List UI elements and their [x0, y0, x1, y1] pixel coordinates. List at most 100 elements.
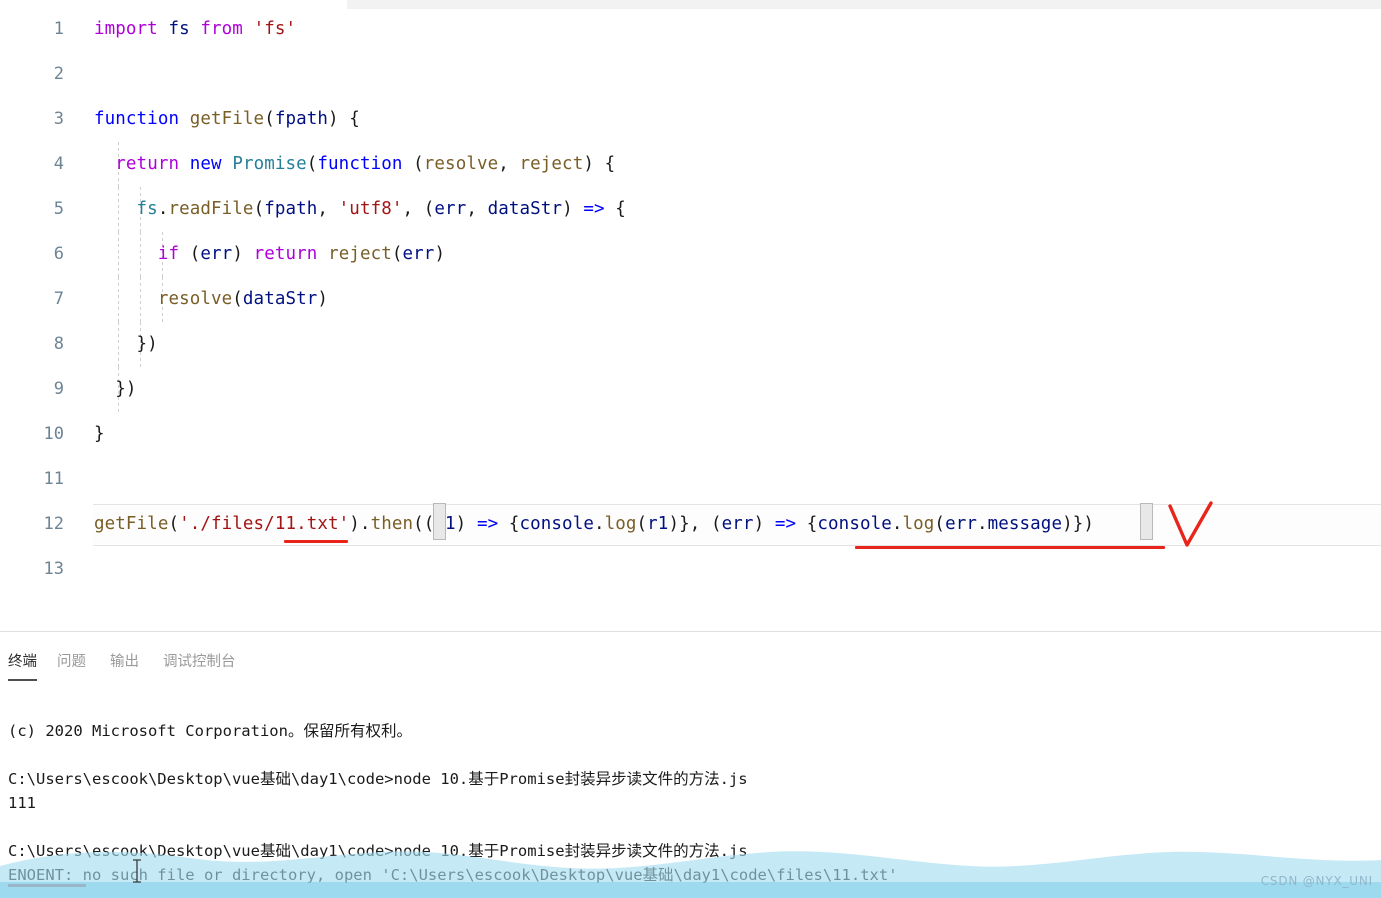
code-token: ,: [317, 199, 339, 219]
code-line[interactable]: 13: [0, 547, 1381, 592]
line-content[interactable]: }: [94, 412, 105, 457]
code-token: getFile: [189, 109, 265, 129]
code-token: err: [721, 514, 754, 534]
code-token: (: [179, 244, 201, 264]
code-token: err: [945, 514, 977, 534]
line-content[interactable]: }): [94, 322, 158, 367]
code-token: Promise: [232, 154, 307, 174]
line-content[interactable]: }): [94, 367, 137, 412]
code-token: ): [562, 199, 584, 219]
code-token: return: [253, 244, 318, 264]
code-token: getFile: [94, 514, 169, 534]
code-token: dataStr: [487, 199, 563, 219]
code-token: ).: [349, 514, 371, 534]
code-token: (: [636, 514, 648, 534]
line-number: 1: [53, 19, 64, 39]
line-content[interactable]: function getFile(fpath) {: [94, 97, 360, 142]
code-token: console: [519, 514, 594, 534]
code-line[interactable]: 10}: [0, 412, 1381, 457]
code-line[interactable]: 9 }): [0, 367, 1381, 412]
code-token: (: [168, 514, 180, 534]
panel-tab-0[interactable]: 终端: [8, 650, 37, 681]
code-token: err: [402, 244, 435, 264]
line-number: 5: [53, 199, 64, 219]
line-number: 2: [53, 64, 64, 84]
code-token: ,: [466, 199, 488, 219]
code-token: (: [306, 154, 318, 174]
code-token: log: [902, 514, 935, 534]
code-token: console: [817, 514, 892, 534]
code-token: ): [753, 514, 775, 534]
code-token: ): [434, 244, 446, 264]
code-token: }: [94, 424, 105, 444]
code-line[interactable]: 1 import fs from 'fs': [0, 7, 1381, 52]
code-token: .: [976, 514, 988, 534]
code-token: ): [317, 289, 329, 309]
code-token: message: [987, 514, 1063, 534]
line-content[interactable]: import fs from 'fs': [94, 7, 296, 52]
code-line[interactable]: 3 function getFile(fpath) {: [0, 97, 1381, 142]
code-token: fpath: [274, 109, 329, 129]
code-token: (: [402, 154, 424, 174]
line-content[interactable]: fs.readFile(fpath, 'utf8', (err, dataStr…: [94, 187, 626, 232]
code-token: err: [200, 244, 233, 264]
code-token: reject: [328, 244, 392, 264]
panel-tab-1[interactable]: 问题: [57, 650, 86, 671]
annotation-check-mark: [1168, 501, 1213, 547]
code-token: from: [200, 19, 243, 39]
wave-watermark: [0, 851, 1381, 898]
code-line[interactable]: 6 if (err) return reject(err): [0, 232, 1381, 277]
code-token: fpath: [264, 199, 318, 219]
code-token: if: [157, 244, 180, 264]
code-token: (: [934, 514, 946, 534]
code-token: dataStr: [242, 289, 318, 309]
code-token: new: [189, 154, 222, 174]
code-token: (: [264, 109, 275, 129]
terminal-line: (c) 2020 Microsoft Corporation。保留所有权利。: [8, 722, 412, 740]
bracket-match-open: [433, 503, 446, 540]
code-line[interactable]: 8 }): [0, 322, 1381, 367]
line-content[interactable]: return new Promise(function (resolve, re…: [94, 142, 615, 187]
bracket-match-close: [1140, 503, 1153, 540]
code-token: ) {: [583, 154, 616, 174]
code-token: r1: [647, 514, 669, 534]
line-content[interactable]: getFile('./files/11.txt').then((r1) => {…: [94, 502, 1094, 547]
csdn-watermark-text: CSDN @NYX_UNI: [1260, 874, 1373, 888]
code-token: =>: [476, 514, 499, 534]
line-content[interactable]: if (err) return reject(err): [94, 232, 445, 277]
panel-tab-2[interactable]: 输出: [110, 650, 139, 671]
annotation-underline-errorhandler: [855, 546, 1165, 549]
code-line[interactable]: 11: [0, 457, 1381, 502]
line-number: 9: [53, 379, 64, 399]
code-token: log: [604, 514, 637, 534]
code-line[interactable]: 2: [0, 52, 1381, 97]
code-line[interactable]: 7 resolve(dataStr): [0, 277, 1381, 322]
code-line[interactable]: 5 fs.readFile(fpath, 'utf8', (err, dataS…: [0, 187, 1381, 232]
code-token: }): [94, 334, 158, 354]
panel-tab-3[interactable]: 调试控制台: [163, 650, 236, 671]
code-token: ): [455, 514, 477, 534]
code-token: =>: [774, 514, 797, 534]
line-number: 13: [43, 559, 64, 579]
code-line[interactable]: 4 return new Promise(function (resolve, …: [0, 142, 1381, 187]
code-editor[interactable]: 1 import fs from 'fs' 2 3 function getFile(f…: [0, 0, 1381, 631]
code-token: then: [370, 514, 414, 534]
line-content[interactable]: resolve(dataStr): [94, 277, 328, 322]
line-number: 6: [53, 244, 64, 264]
code-token: {: [498, 514, 520, 534]
code-token: fs: [168, 19, 190, 39]
code-token: resolve: [423, 154, 499, 174]
code-token: }): [94, 379, 137, 399]
terminal-line: C:\Users\escook\Desktop\vue基础\day1\code>…: [8, 770, 748, 788]
code-token: ) {: [328, 109, 360, 129]
text-cursor-icon: [133, 859, 141, 883]
code-token: resolve: [157, 289, 233, 309]
line-number: 10: [43, 424, 64, 444]
